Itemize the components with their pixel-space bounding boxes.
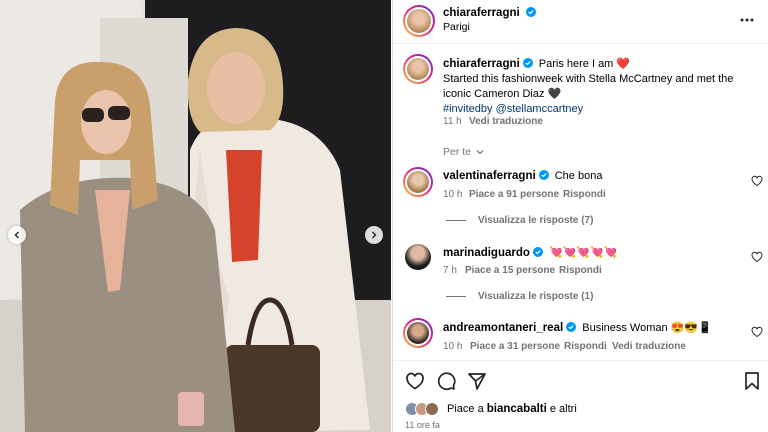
comment-avatar[interactable] [405,244,431,270]
comment-text: Che bona [554,170,603,182]
view-replies-button[interactable]: Visualizza le risposte (1) [446,291,593,302]
chevron-right-icon [372,231,377,239]
chevron-left-icon [14,231,19,239]
comment-text: 💘💘💘💘💘 [548,247,618,259]
comment-story-ring[interactable] [403,167,433,197]
header-username[interactable]: chiaraferragni [443,7,520,19]
heart-icon[interactable] [405,371,425,391]
post-time-ago: 11 ore fa [405,420,440,430]
location-link[interactable]: Parigi [443,21,470,33]
comment-like-heart-icon[interactable] [751,326,763,338]
comment-story-ring[interactable] [403,318,433,348]
caption-line-3: iconic Cameron Diaz 🖤 [443,88,562,100]
story-ring[interactable] [403,5,435,37]
verified-badge-icon [525,7,536,17]
comment-username[interactable]: andreamontaneri_real [443,322,563,334]
liked-by-username[interactable]: biancabalti [487,403,547,415]
comment-username[interactable]: marinadiguardo [443,247,530,259]
comment-translate-button[interactable]: Vedi traduzione [612,341,686,352]
comment-avatar [407,171,429,193]
post-header: chiaraferragni Parigi [393,0,768,44]
post-details-panel: chiaraferragni Parigi chiaraferragni Par… [392,0,768,432]
bookmark-icon[interactable] [743,371,761,391]
comment-time: 10 h [443,189,463,200]
comment: marinadiguardo 💘💘💘💘💘 [443,246,617,259]
view-replies-label: Visualizza le risposte (1) [478,291,594,302]
carousel-next-button[interactable] [365,226,383,244]
verified-badge-icon [522,58,533,68]
caption-line-2: Started this fashionweek with Stella McC… [443,73,734,85]
comment: andreamontaneri_real Business Woman 😍😎📱 [443,321,712,334]
comment-like-heart-icon[interactable] [751,251,763,263]
caption-line-1: Paris here I am ❤️ [538,58,631,70]
chevron-down-icon [476,150,484,155]
caption-tags[interactable]: #invitedby @stellamccartney [443,102,759,117]
comment-filter-label: Per te [443,146,472,158]
avatar [425,402,439,416]
comment-likes-link[interactable]: Piace a 31 persone [470,341,560,352]
verified-badge-icon [538,170,549,180]
comment-username[interactable]: valentinaferragni [443,170,536,182]
liked-by-prefix: Piace a [447,403,487,415]
comment-reply-button[interactable]: Rispondi [559,265,602,276]
post-actions-bar: Piace a biancabalti e altri 11 ore fa [393,360,768,432]
comment-reply-button[interactable]: Rispondi [563,189,606,200]
comment-icon[interactable] [436,371,456,391]
comment-reply-button[interactable]: Rispondi [564,341,607,352]
post-caption: chiaraferragni Paris here I am ❤️ Starte… [443,57,759,117]
caption-username[interactable]: chiaraferragni [443,58,520,70]
caption-avatar [407,58,429,80]
share-icon[interactable] [467,371,487,391]
more-horizontal-icon[interactable] [739,12,755,28]
carousel-prev-button[interactable] [8,226,26,244]
view-replies-label: Visualizza le risposte (7) [478,215,594,226]
comment-likes-link[interactable]: Piace a 91 persone [469,189,559,200]
liked-by-text: Piace a biancabalti e altri [447,403,577,415]
comment-time: 7 h [443,265,457,276]
comment-text: Business Woman 😍😎📱 [582,322,712,334]
view-replies-button[interactable]: Visualizza le risposte (7) [446,215,593,226]
caption-translate-button[interactable]: Vedi traduzione [469,116,543,127]
verified-badge-icon [532,247,543,257]
verified-badge-icon [566,322,577,332]
comment: valentinaferragni Che bona [443,170,602,182]
photo-illustration [0,0,391,432]
comment-like-heart-icon[interactable] [751,175,763,187]
caption-time: 11 h [443,116,462,127]
comment-time: 10 h [443,341,463,352]
liked-by-avatars[interactable] [405,402,445,416]
comment-avatar [407,322,429,344]
caption-story-ring[interactable] [403,54,433,84]
post-photo[interactable] [0,0,391,432]
liked-by-suffix: e altri [546,403,577,415]
avatar [407,9,431,33]
comment-likes-link[interactable]: Piace a 15 persone [465,265,555,276]
comment-filter-dropdown[interactable]: Per te [443,146,485,158]
